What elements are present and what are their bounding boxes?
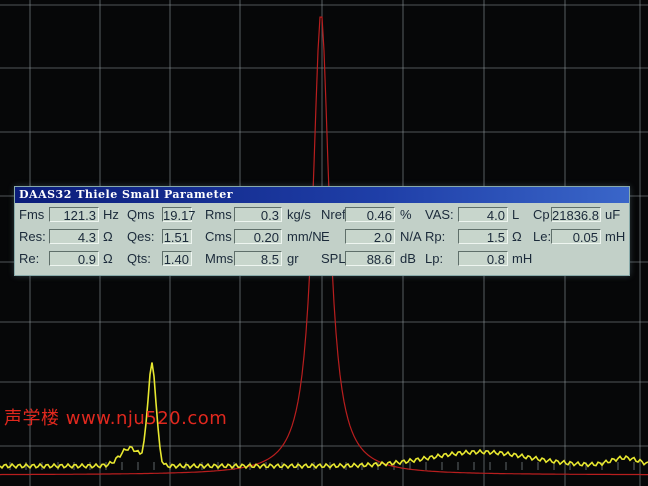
param-unit-res: Ω bbox=[103, 229, 113, 244]
param-label-rp: Rp: bbox=[425, 229, 446, 244]
watermark-text: 声学楼 www.nju520.com bbox=[4, 408, 228, 429]
param-value-lp[interactable]: 0.8 bbox=[458, 251, 508, 267]
param-value-cms[interactable]: 0.20 bbox=[234, 229, 282, 245]
param-unit-rp: Ω bbox=[512, 229, 522, 244]
param-label-qts: Qts: bbox=[127, 251, 151, 266]
param-label-qes: Qes: bbox=[127, 229, 155, 244]
param-value-qes[interactable]: 1.51 bbox=[162, 229, 192, 245]
param-unit-e: N/A bbox=[400, 229, 422, 244]
param-label-vas: VAS: bbox=[425, 207, 454, 222]
window-titlebar: DAAS32 Thiele Small Parameter bbox=[15, 187, 629, 203]
param-label-mms: Mms bbox=[205, 251, 234, 266]
param-value-e[interactable]: 2.0 bbox=[345, 229, 395, 245]
param-label-qms: Qms bbox=[127, 207, 155, 222]
param-value-qms[interactable]: 19.17 bbox=[162, 207, 196, 223]
param-label-e: E bbox=[321, 229, 330, 244]
param-value-re[interactable]: 0.9 bbox=[49, 251, 99, 267]
param-label-rms: Rms bbox=[205, 207, 232, 222]
param-label-le: Le: bbox=[533, 229, 552, 244]
param-unit-cp: uF bbox=[605, 207, 621, 222]
param-unit-nref: % bbox=[400, 207, 412, 222]
scope-screen: DAAS32 Thiele Small Parameter Fms 121.3 Hz… bbox=[0, 0, 648, 486]
param-value-nref[interactable]: 0.46 bbox=[345, 207, 395, 223]
param-label-res: Res: bbox=[19, 229, 46, 244]
param-unit-cms: mm/N bbox=[287, 229, 322, 244]
param-value-fms[interactable]: 121.3 bbox=[49, 207, 99, 223]
param-unit-vas: L bbox=[512, 207, 520, 222]
param-value-mms[interactable]: 8.5 bbox=[234, 251, 282, 267]
param-unit-fms: Hz bbox=[103, 207, 119, 222]
param-value-vas[interactable]: 4.0 bbox=[458, 207, 508, 223]
param-label-cp: Cp bbox=[533, 207, 550, 222]
param-label-lp: Lp: bbox=[425, 251, 444, 266]
param-value-qts[interactable]: 1.40 bbox=[162, 251, 192, 267]
param-unit-mms: gr bbox=[287, 251, 299, 266]
param-value-le[interactable]: 0.05 bbox=[551, 229, 601, 245]
parameter-grid: Fms 121.3 Hz Qms 19.17 Rms 0.3 kg/s Nref 0.46% VAS… bbox=[15, 203, 629, 273]
param-unit-lp: mH bbox=[512, 251, 533, 266]
param-value-res[interactable]: 4.3 bbox=[49, 229, 99, 245]
param-unit-re: Ω bbox=[103, 251, 113, 266]
param-label-cms: Cms bbox=[205, 229, 232, 244]
param-value-rms[interactable]: 0.3 bbox=[234, 207, 282, 223]
param-label-spl: SPL bbox=[321, 251, 346, 266]
param-value-spl[interactable]: 88.6 bbox=[345, 251, 395, 267]
param-unit-spl: dB bbox=[400, 251, 416, 266]
param-label-re: Re: bbox=[19, 251, 40, 266]
param-unit-rms: kg/s bbox=[287, 207, 311, 222]
param-label-nref: Nref bbox=[321, 207, 346, 222]
param-unit-le: mH bbox=[605, 229, 626, 244]
param-value-cp[interactable]: 21836.8 bbox=[551, 207, 601, 223]
ts-parameter-window: DAAS32 Thiele Small Parameter Fms 121.3 Hz… bbox=[14, 186, 630, 276]
param-value-rp[interactable]: 1.5 bbox=[458, 229, 508, 245]
param-label-fms: Fms bbox=[19, 207, 45, 222]
